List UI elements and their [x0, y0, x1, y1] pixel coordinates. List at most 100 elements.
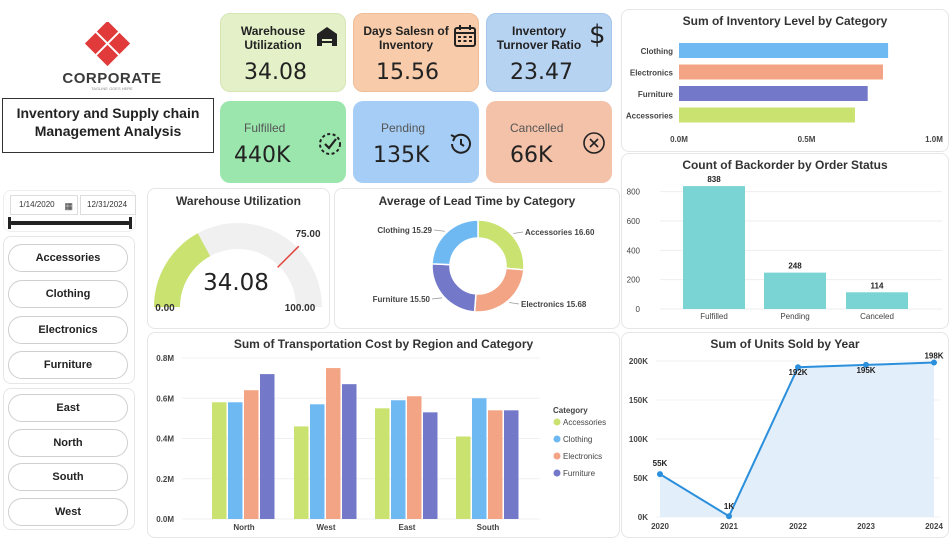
category-label: Accessories: [626, 112, 674, 121]
bar-pending: [764, 272, 826, 309]
legend-label: Accessories: [563, 418, 606, 427]
bar-canceled: [846, 292, 908, 309]
data-label: 195K: [856, 366, 875, 375]
x-tick-label: 0.5M: [798, 135, 816, 144]
date-end-input[interactable]: 12/31/2024: [80, 195, 136, 215]
bar-south-furniture: [504, 410, 519, 519]
gauge-value: 34.08: [203, 270, 269, 296]
category-label: Furniture: [638, 90, 674, 99]
x-tick-label: 2024: [925, 522, 943, 531]
bar-north-furniture: [260, 374, 275, 519]
bar-west-clothing: [310, 404, 325, 519]
x-tick-label: 2021: [720, 522, 738, 531]
slice-clothing: [431, 219, 479, 266]
x-tick-label: 2022: [789, 522, 807, 531]
status-label: Cancelled: [510, 121, 564, 135]
calendar-small-icon[interactable]: ▦: [64, 197, 73, 215]
leader-line: [431, 297, 443, 300]
gauge-fill: [154, 233, 211, 307]
status-label: Pending: [381, 121, 426, 135]
data-label: 192K: [788, 368, 807, 377]
bar-west-accessories: [294, 426, 309, 519]
legend-label: Furniture: [563, 469, 596, 478]
dollar-icon: $: [589, 20, 606, 50]
units-sold-chart: 0K 50K 100K 150K 200K 55K 2020 1K 2021 192K 2022 19…: [629, 352, 944, 531]
data-label: 1K: [724, 502, 734, 511]
slice-label: Accessories 16.60: [525, 228, 595, 237]
status-fulfilled: Fulfilled 440K: [220, 101, 346, 183]
slice-accessories: [477, 219, 525, 271]
kpi-value: 15.56: [376, 60, 439, 85]
bar-east-accessories: [375, 408, 390, 519]
x-tick-label: West: [317, 523, 336, 532]
y-tick-label: 0.4M: [156, 435, 174, 444]
gauge-max-label: 100.00: [285, 303, 316, 314]
date-slicer: 1/14/2020 ▦ 12/31/2024: [3, 190, 136, 232]
legend-swatch: [553, 435, 561, 443]
category-label: Clothing: [641, 47, 674, 56]
data-label: 838: [707, 175, 721, 184]
brand-name: CORPORATE: [62, 70, 162, 87]
y-tick-label: 400: [627, 246, 641, 255]
x-tick-label: 2023: [857, 522, 875, 531]
bar-north-accessories: [212, 402, 227, 519]
slicer-electronics[interactable]: Electronics: [8, 316, 128, 344]
slicer-accessories[interactable]: Accessories: [8, 244, 128, 272]
bar-east-furniture: [423, 412, 438, 519]
slicer-east[interactable]: East: [8, 394, 128, 422]
y-tick-label: 0.2M: [156, 475, 174, 484]
category-label: Electronics: [630, 69, 674, 78]
donut-chart: Accessories 16.60 Electronics 15.68 Furnit…: [373, 219, 595, 313]
slicer-south[interactable]: South: [8, 463, 128, 491]
slicer-furniture[interactable]: Furniture: [8, 351, 128, 379]
kpi-value: 34.08: [244, 60, 307, 85]
legend-label: Clothing: [563, 435, 592, 444]
status-label: Fulfilled: [244, 121, 286, 135]
bar-east-electronics: [407, 396, 422, 519]
x-tick-label: Pending: [780, 312, 809, 321]
legend-label: Electronics: [563, 452, 602, 461]
bar-furniture: [679, 86, 868, 101]
clock-icon: [450, 133, 471, 154]
report-title-box: Inventory and Supply chain Management An…: [2, 98, 214, 153]
bar-north-clothing: [228, 402, 243, 519]
x-tick-label: East: [399, 523, 416, 532]
slider-handle-left[interactable]: [8, 217, 11, 229]
status-value: 66K: [510, 143, 553, 168]
slider-handle-right[interactable]: [129, 217, 132, 229]
slice-label: Furniture 15.50: [373, 295, 431, 304]
y-tick-label: 0.6M: [156, 394, 174, 403]
data-label: 248: [788, 262, 802, 271]
legend-swatch: [553, 452, 561, 460]
date-start-input[interactable]: 1/14/2020 ▦: [10, 195, 78, 215]
date-range-slider[interactable]: [8, 217, 132, 229]
inventory-level-chart: Clothing Electronics Furniture Accessories 0…: [626, 43, 943, 144]
kpi-title: Inventory Turnover Ratio: [496, 24, 582, 52]
bar-fulfilled: [683, 186, 745, 309]
y-tick-label: 200K: [629, 357, 648, 366]
y-tick-label: 800: [627, 188, 641, 197]
backorder-chart: 0 200 400 600 800 838 Fulfilled 248 Pending 114 Ca…: [627, 175, 942, 321]
cancel-icon: [583, 132, 605, 154]
y-tick-label: 200: [627, 276, 641, 285]
legend-title: Category: [553, 406, 588, 415]
data-label: 55K: [653, 459, 668, 468]
slicer-west[interactable]: West: [8, 498, 128, 526]
bar-south-accessories: [456, 436, 471, 519]
status-pending: Pending 135K: [353, 101, 479, 183]
status-value: 135K: [373, 143, 430, 168]
gauge-panel: Warehouse Utilization 75.00 34.08 0.00 100.…: [147, 188, 330, 329]
data-point: [726, 513, 732, 520]
y-tick-label: 600: [627, 217, 641, 226]
bar-west-furniture: [342, 384, 357, 519]
leader-line: [433, 229, 445, 232]
slicer-north[interactable]: North: [8, 429, 128, 457]
region-slicer: East North South West: [3, 388, 135, 530]
bar-west-electronics: [326, 368, 341, 519]
slice-electronics: [473, 267, 525, 313]
y-tick-label: 0.0M: [156, 515, 174, 524]
slicer-clothing[interactable]: Clothing: [8, 280, 128, 308]
bar-south-clothing: [472, 398, 487, 519]
x-tick-label: Fulfilled: [700, 312, 728, 321]
bar-north-electronics: [244, 390, 259, 519]
